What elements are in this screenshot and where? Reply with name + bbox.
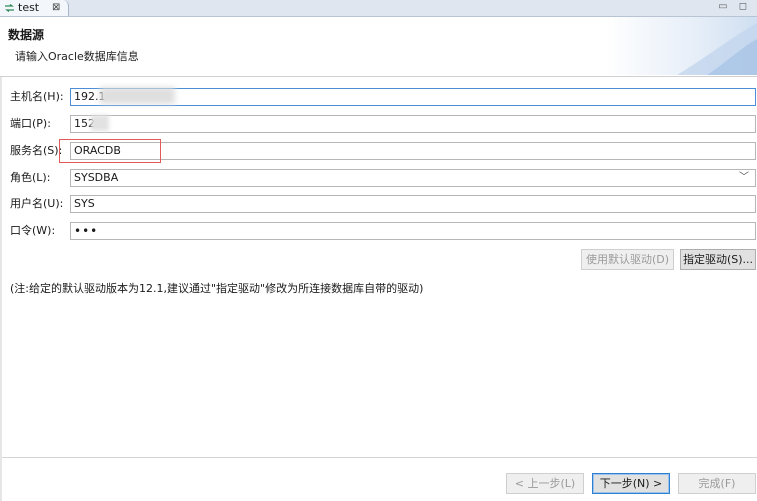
user-input[interactable]: SYS [70, 195, 756, 213]
driver-note: (注:给定的默认驱动版本为12.1,建议通过"指定驱动"修改为所连接数据库自带的… [10, 282, 424, 295]
footer-divider [2, 457, 757, 458]
user-label: 用户名(U): [10, 197, 64, 210]
role-value: SYSDBA [74, 171, 119, 184]
page-title: 数据源 [8, 28, 45, 42]
back-button[interactable]: < 上一步(L) [506, 473, 584, 494]
editor-tab-bar [0, 0, 757, 17]
close-icon[interactable]: ⊠ [52, 0, 60, 16]
port-label: 端口(P): [10, 117, 51, 130]
specify-driver-button[interactable]: 指定驱动(S)... [680, 249, 756, 270]
use-default-driver-button[interactable]: 使用默认驱动(D) [581, 249, 674, 270]
redacted-host [100, 87, 175, 104]
tab-label: test [18, 1, 40, 14]
host-label: 主机名(H): [10, 90, 64, 103]
tab-test[interactable]: test ⊠ [0, 0, 69, 16]
finish-button[interactable]: 完成(F) [678, 473, 756, 494]
redacted-port [91, 115, 109, 131]
service-label: 服务名(S): [10, 144, 63, 157]
service-input[interactable]: ORACDB [70, 142, 756, 160]
chevron-down-icon: ﹀ [739, 172, 749, 183]
header-decoration [677, 23, 757, 75]
left-border [0, 77, 2, 501]
window-controls[interactable]: ▭ ◻ [718, 0, 751, 14]
password-input[interactable]: ••• [70, 222, 756, 240]
connection-icon [5, 4, 14, 12]
role-select[interactable]: SYSDBA ﹀ [70, 169, 756, 187]
highlight-box [59, 139, 161, 163]
password-label: 口令(W): [10, 224, 56, 237]
next-button[interactable]: 下一步(N) > [592, 473, 670, 494]
port-input[interactable]: 152 [70, 115, 756, 133]
header-divider [0, 76, 757, 77]
page-subtitle: 请输入Oracle数据库信息 [15, 50, 139, 63]
role-label: 角色(L): [10, 171, 51, 184]
